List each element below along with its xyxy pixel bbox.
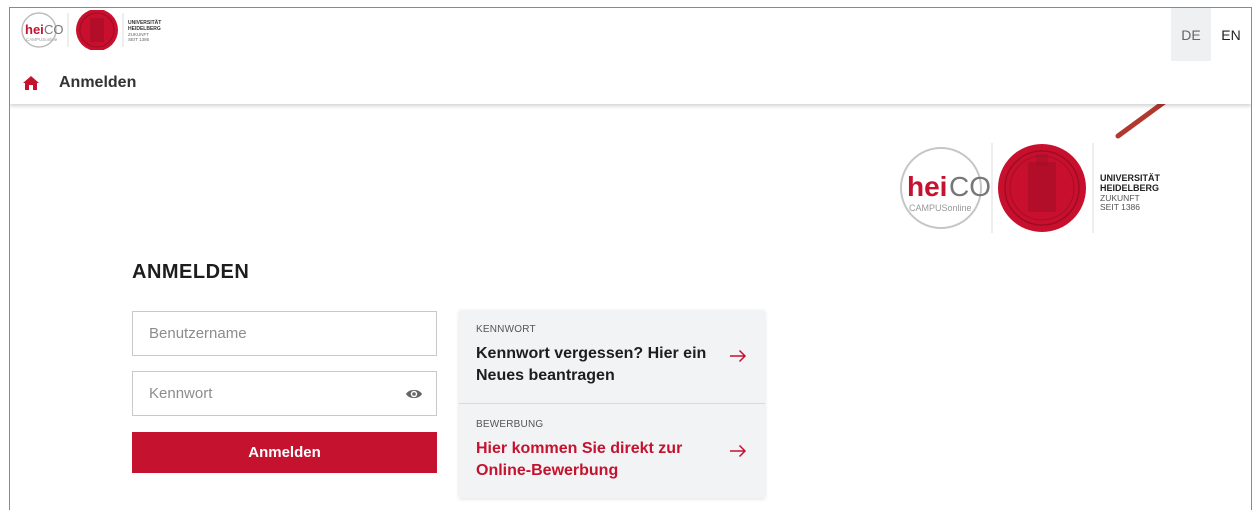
brand-hei-small: hei	[25, 22, 44, 37]
arrow-right-icon	[730, 349, 747, 363]
uni-line2-large: HEIDELBERG	[1100, 183, 1159, 193]
card-kicker: KENNWORT	[476, 324, 536, 335]
language-en-button[interactable]: EN	[1211, 8, 1251, 61]
card-text: Hier kommen Sie direkt zur Online-Bewerb…	[476, 440, 683, 479]
brand-sub-large: CAMPUSonline	[909, 203, 972, 213]
browser-frame: hei CO CAMPUSonline UNIVERSITÄT HEIDELBE…	[9, 7, 1252, 510]
brand-co-large: CO	[949, 171, 991, 202]
page-title: ANMELDEN	[132, 261, 250, 283]
top-bar: hei CO CAMPUSonline UNIVERSITÄT HEIDELBE…	[10, 8, 1251, 104]
language-de-button[interactable]: DE	[1171, 8, 1211, 61]
online-application-card[interactable]: BEWERBUNG Hier kommen Sie direkt zur Onl…	[459, 405, 765, 498]
username-input[interactable]	[147, 324, 387, 343]
arrow-right-icon	[730, 444, 747, 458]
username-field[interactable]	[132, 311, 437, 356]
heico-logo-small[interactable]: hei CO CAMPUSonline UNIVERSITÄT HEIDELBE…	[20, 10, 180, 50]
info-cards: KENNWORT Kennwort vergessen? Hier ein Ne…	[459, 310, 765, 498]
password-input[interactable]	[147, 384, 387, 403]
home-icon[interactable]	[22, 75, 40, 91]
heico-logo-large: hei CO CAMPUSonline UNIVERSITÄT HEIDELBE…	[897, 138, 1177, 243]
uni-line4-large: SEIT 1386	[1100, 202, 1140, 212]
brand-hei-large: hei	[907, 171, 947, 202]
card-kicker: BEWERBUNG	[476, 419, 544, 430]
heico-logo-small-graphic: hei CO CAMPUSonline UNIVERSITÄT HEIDELBE…	[21, 10, 161, 50]
eye-icon[interactable]	[405, 387, 423, 401]
uni-line4-small: SEIT 1386	[128, 37, 150, 42]
uni-line1-small: UNIVERSITÄT	[128, 19, 161, 26]
breadcrumb-current: Anmelden	[59, 74, 137, 91]
breadcrumb: Anmelden	[22, 74, 136, 92]
login-button[interactable]: Anmelden	[132, 432, 437, 473]
brand-sub-small: CAMPUSonline	[26, 37, 58, 42]
uni-line1-large: UNIVERSITÄT	[1100, 173, 1161, 183]
brand-co-small: CO	[44, 22, 64, 37]
language-switcher: DE EN	[1171, 8, 1251, 61]
card-text: Kennwort vergessen? Hier ein Neues beant…	[476, 345, 707, 384]
heico-logo-large-graphic: hei CO CAMPUSonline UNIVERSITÄT HEIDELBE…	[900, 143, 1161, 233]
forgot-password-card[interactable]: KENNWORT Kennwort vergessen? Hier ein Ne…	[459, 310, 765, 404]
password-field[interactable]	[132, 371, 437, 416]
